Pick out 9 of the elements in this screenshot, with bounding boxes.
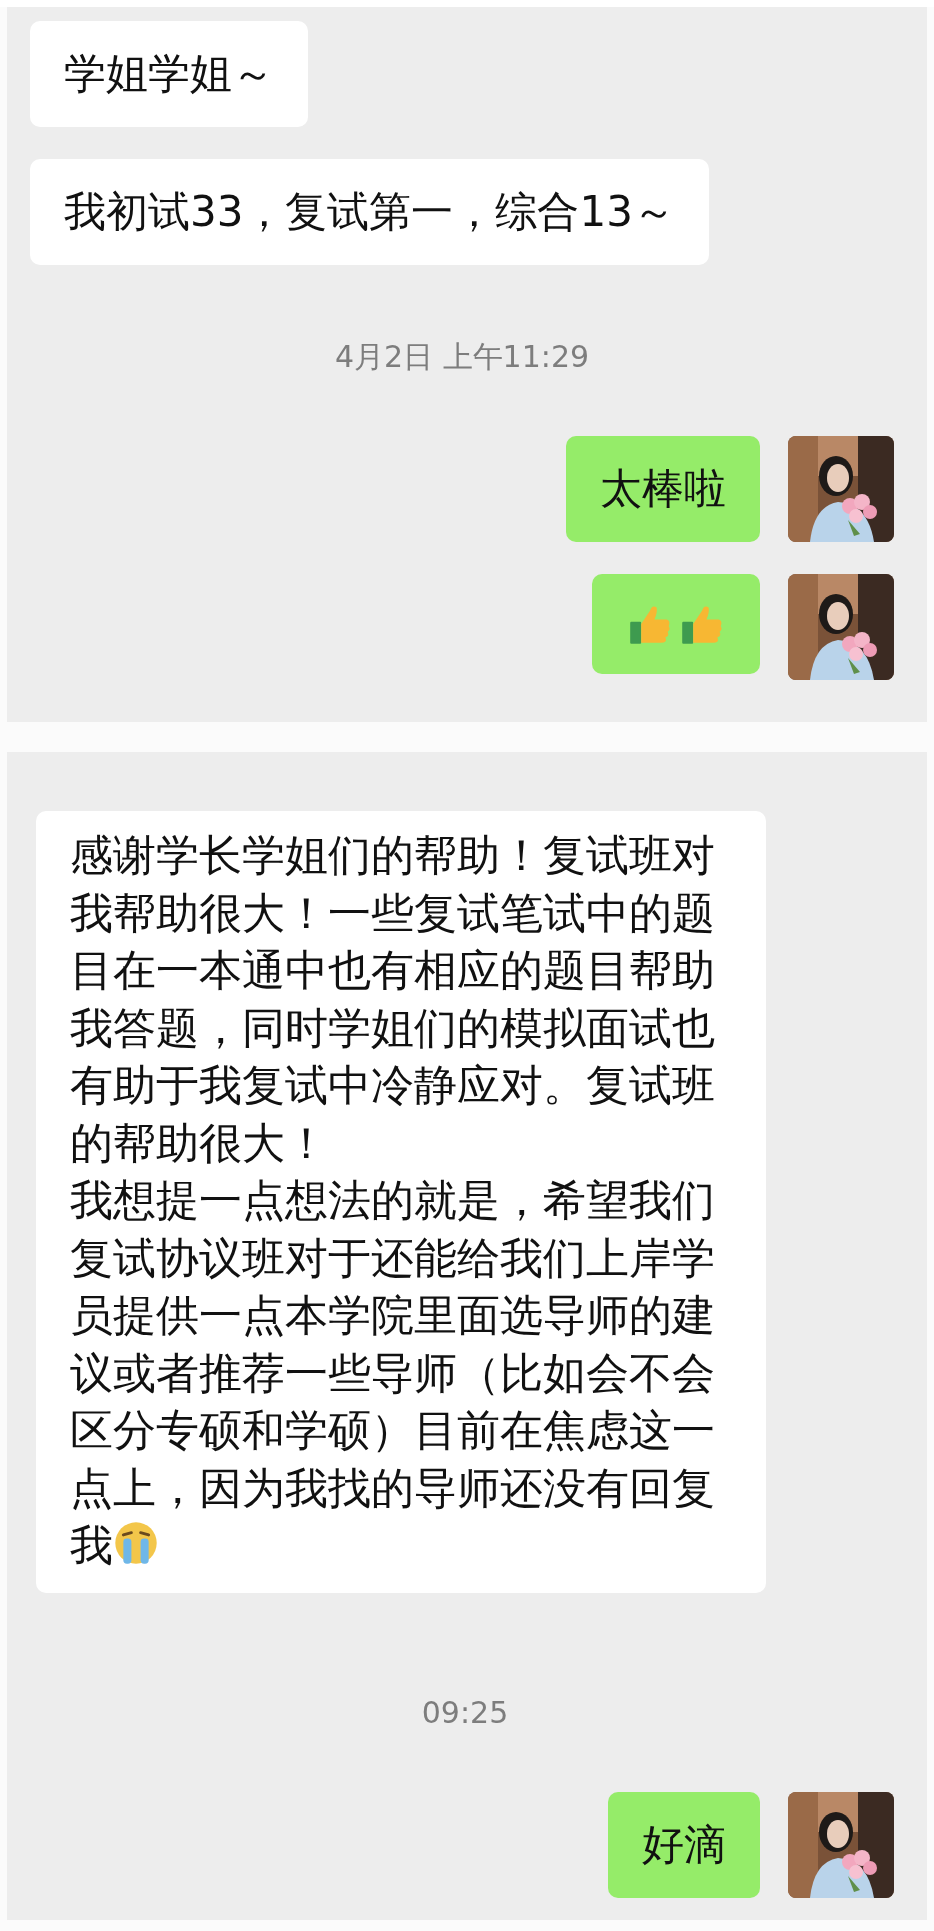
received-message: 我初试33，复试第一，综合13～ <box>30 159 709 265</box>
sent-message: 好滴 <box>608 1791 760 1898</box>
received-message: 学姐学姐～ <box>30 21 308 127</box>
timestamp: 4月2日 上午11:29 <box>334 338 590 376</box>
timestamp: 09:25 <box>421 1694 509 1730</box>
crying-face-icon <box>113 1520 159 1566</box>
sent-message: 太棒啦 <box>566 436 760 542</box>
message-paragraph: 感谢学长学姐们的帮助！复试班对我帮助很大！一些复试笔试中的题目在一本通中也有相应的题目帮助我答题，同时学姐们的模拟面试也有助于我复试中冷静应对。复试班的帮助很大！ <box>70 829 716 1170</box>
message-paragraph: 我想提一点想法的就是，希望我们复试协议班对于还能给我们上岸学员提供一点本学院里面选导师的建议或者推荐一些导师（比如会不会区分专硕和学硕）目前在焦虑这一点上，因为我找的导师还没有回复我 <box>70 1174 716 1572</box>
